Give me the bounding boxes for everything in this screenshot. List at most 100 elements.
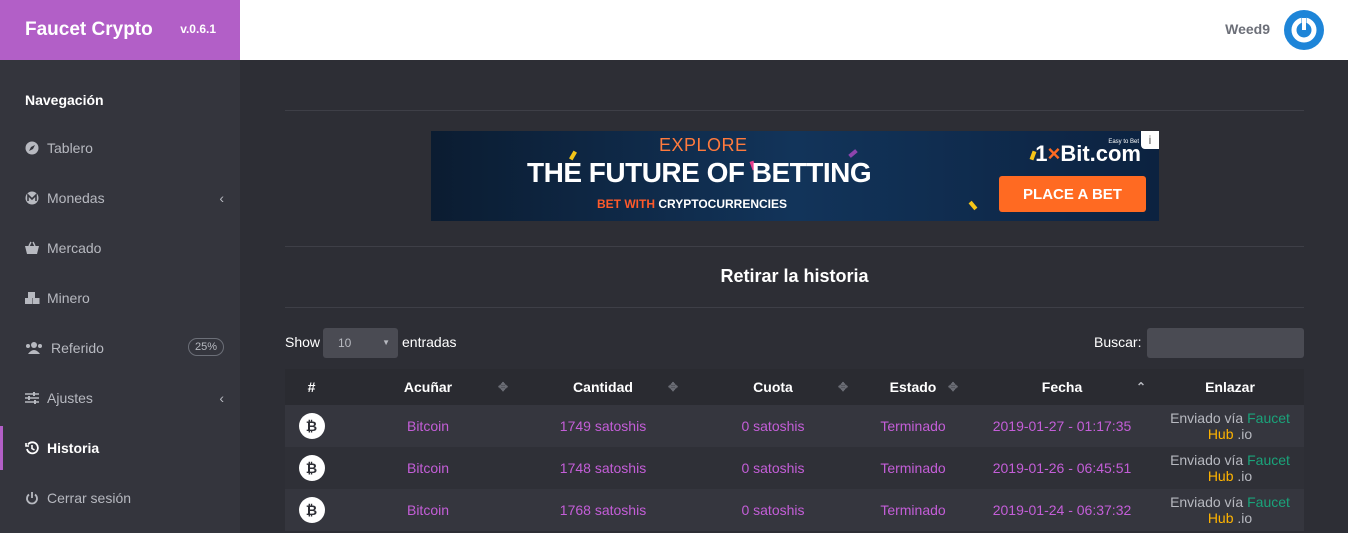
bitcoin-icon: ₿ xyxy=(298,413,325,439)
column-header-number[interactable]: # xyxy=(285,369,338,405)
top-bar: Weed9 xyxy=(240,0,1348,60)
column-header-date[interactable]: Fecha ⌃ xyxy=(968,369,1156,405)
ad-info-icon[interactable]: i xyxy=(1141,131,1159,149)
page-title: Retirar la historia xyxy=(720,266,869,286)
date[interactable]: 2019-01-26 - 06:45:51 xyxy=(968,447,1156,489)
sort-icon: ✥ xyxy=(837,380,848,394)
sidebar-item-tablero[interactable]: Tablero xyxy=(0,126,240,170)
faucethub-io[interactable]: .io xyxy=(1237,426,1252,442)
faucethub-io[interactable]: .io xyxy=(1237,510,1252,526)
users-icon xyxy=(24,340,44,356)
faucethub-faucet[interactable]: Faucet xyxy=(1247,410,1290,426)
ad-explore-text: EXPLORE xyxy=(659,135,748,155)
referral-percent-badge: 25% xyxy=(187,338,224,356)
link-cell[interactable]: Enviado vía Faucet Hub .io xyxy=(1156,447,1304,489)
brand-block[interactable]: Faucet Crypto v.0.6.1 xyxy=(0,0,240,60)
date[interactable]: 2019-01-24 - 06:37:32 xyxy=(968,489,1156,531)
coin-cell: ₿ xyxy=(285,447,338,489)
power-icon xyxy=(24,490,40,506)
sort-icon: ✥ xyxy=(947,380,958,394)
sort-icon: ✥ xyxy=(667,380,678,394)
faucethub-hub[interactable]: Hub xyxy=(1208,468,1234,484)
sidebar-item-label: Cerrar sesión xyxy=(47,490,132,506)
faucethub-faucet[interactable]: Faucet xyxy=(1247,452,1290,468)
sidebar-item-label: Tablero xyxy=(47,140,93,156)
sidebar-item-historia[interactable]: Historia xyxy=(0,426,240,470)
status[interactable]: Terminado xyxy=(858,447,968,489)
search-input[interactable] xyxy=(1147,328,1304,358)
column-header-fee[interactable]: Cuota ✥ xyxy=(688,369,858,405)
column-header-label: Cuota xyxy=(753,379,793,395)
chevron-left-icon: ‹ xyxy=(219,390,224,406)
sidebar-item-referido[interactable]: Referido 25% xyxy=(0,326,240,370)
column-header-label: Cantidad xyxy=(573,379,633,395)
amount[interactable]: 1749 satoshis xyxy=(518,405,688,447)
history-icon xyxy=(24,440,40,456)
ad-cta-button[interactable]: PLACE A BET xyxy=(999,176,1146,212)
amount[interactable]: 1768 satoshis xyxy=(518,489,688,531)
sidebar-item-label: Historia xyxy=(47,440,100,456)
sort-icon: ✥ xyxy=(497,380,508,394)
column-header-label: Fecha xyxy=(1041,379,1083,395)
coin-name[interactable]: Bitcoin xyxy=(338,405,518,447)
table-row: ₿ Bitcoin 1768 satoshis 0 satoshis Termi… xyxy=(285,489,1304,531)
column-header-label: Acuñar xyxy=(403,379,453,395)
sidebar-item-label: Mercado xyxy=(47,240,102,256)
amount[interactable]: 1748 satoshis xyxy=(518,447,688,489)
date[interactable]: 2019-01-27 - 01:17:35 xyxy=(968,405,1156,447)
entries-select-value: 10 xyxy=(338,336,352,350)
sidebar-item-label: Ajustes xyxy=(47,390,93,406)
sidebar-item-monedas[interactable]: Monedas ‹ xyxy=(0,176,240,220)
column-header-amount[interactable]: Cantidad ✥ xyxy=(518,369,688,405)
ad-subline: BET WITH CRYPTOCURRENCIES xyxy=(597,197,787,211)
divider xyxy=(285,110,1304,111)
cubes-icon xyxy=(24,290,40,306)
ad-brand-suffix: Bit.com xyxy=(1060,141,1141,166)
sidebar-item-minero[interactable]: Minero xyxy=(0,276,240,320)
faucethub-hub[interactable]: Hub xyxy=(1208,510,1234,526)
ad-headline: THE FUTURE OF BETTING xyxy=(527,157,872,188)
ad-banner[interactable]: EXPLORE THE FUTURE OF BETTING BET WITH C… xyxy=(431,131,1159,221)
coin-name[interactable]: Bitcoin xyxy=(338,447,518,489)
sidebar: Navegación Tablero Monedas ‹ Mercado Min… xyxy=(0,60,240,533)
chevron-left-icon: ‹ xyxy=(219,190,224,206)
ad-sub-accent: BET WITH xyxy=(597,197,655,211)
username[interactable]: Weed9 xyxy=(1225,21,1270,37)
table-header-row: # Acuñar ✥ Cantidad ✥ Cuota ✥ Estado ✥ Fecha… xyxy=(285,369,1304,405)
sidebar-item-mercado[interactable]: Mercado xyxy=(0,226,240,270)
entries-label: entradas xyxy=(402,334,457,350)
ad-brand-prefix: 1 xyxy=(1035,141,1048,166)
search-label: Buscar: xyxy=(1094,334,1142,350)
status[interactable]: Terminado xyxy=(858,489,968,531)
show-label: Show xyxy=(285,334,321,350)
fee[interactable]: 0 satoshis xyxy=(688,489,858,531)
fee[interactable]: 0 satoshis xyxy=(688,405,858,447)
sidebar-item-label: Monedas xyxy=(47,190,105,206)
status[interactable]: Terminado xyxy=(858,405,968,447)
bitcoin-icon: ₿ xyxy=(298,455,325,481)
link-cell[interactable]: Enviado vía Faucet Hub .io xyxy=(1156,489,1304,531)
coin-cell: ₿ xyxy=(285,489,338,531)
link-prefix: Enviado vía xyxy=(1170,452,1244,468)
faucethub-hub[interactable]: Hub xyxy=(1208,426,1234,442)
power-logo-icon xyxy=(1291,15,1317,43)
coin-cell: ₿ xyxy=(285,405,338,447)
fee[interactable]: 0 satoshis xyxy=(688,447,858,489)
caret-down-icon: ▼ xyxy=(382,338,390,347)
avatar[interactable] xyxy=(1284,10,1324,50)
column-header-status[interactable]: Estado ✥ xyxy=(858,369,968,405)
column-header-link[interactable]: Enlazar xyxy=(1156,369,1304,405)
coin-name[interactable]: Bitcoin xyxy=(338,489,518,531)
basket-icon xyxy=(24,240,40,256)
link-prefix: Enviado vía xyxy=(1170,494,1244,510)
link-cell[interactable]: Enviado vía Faucet Hub .io xyxy=(1156,405,1304,447)
sliders-icon xyxy=(24,390,40,406)
bitcoin-icon: ₿ xyxy=(298,497,325,523)
table-row: ₿ Bitcoin 1748 satoshis 0 satoshis Termi… xyxy=(285,447,1304,489)
sidebar-item-cerrar-sesion[interactable]: Cerrar sesión xyxy=(0,476,240,520)
entries-select[interactable]: 10 ▼ xyxy=(323,328,398,358)
column-header-coin[interactable]: Acuñar ✥ xyxy=(338,369,518,405)
sidebar-item-ajustes[interactable]: Ajustes ‹ xyxy=(0,376,240,420)
faucethub-io[interactable]: .io xyxy=(1237,468,1252,484)
faucethub-faucet[interactable]: Faucet xyxy=(1247,494,1290,510)
